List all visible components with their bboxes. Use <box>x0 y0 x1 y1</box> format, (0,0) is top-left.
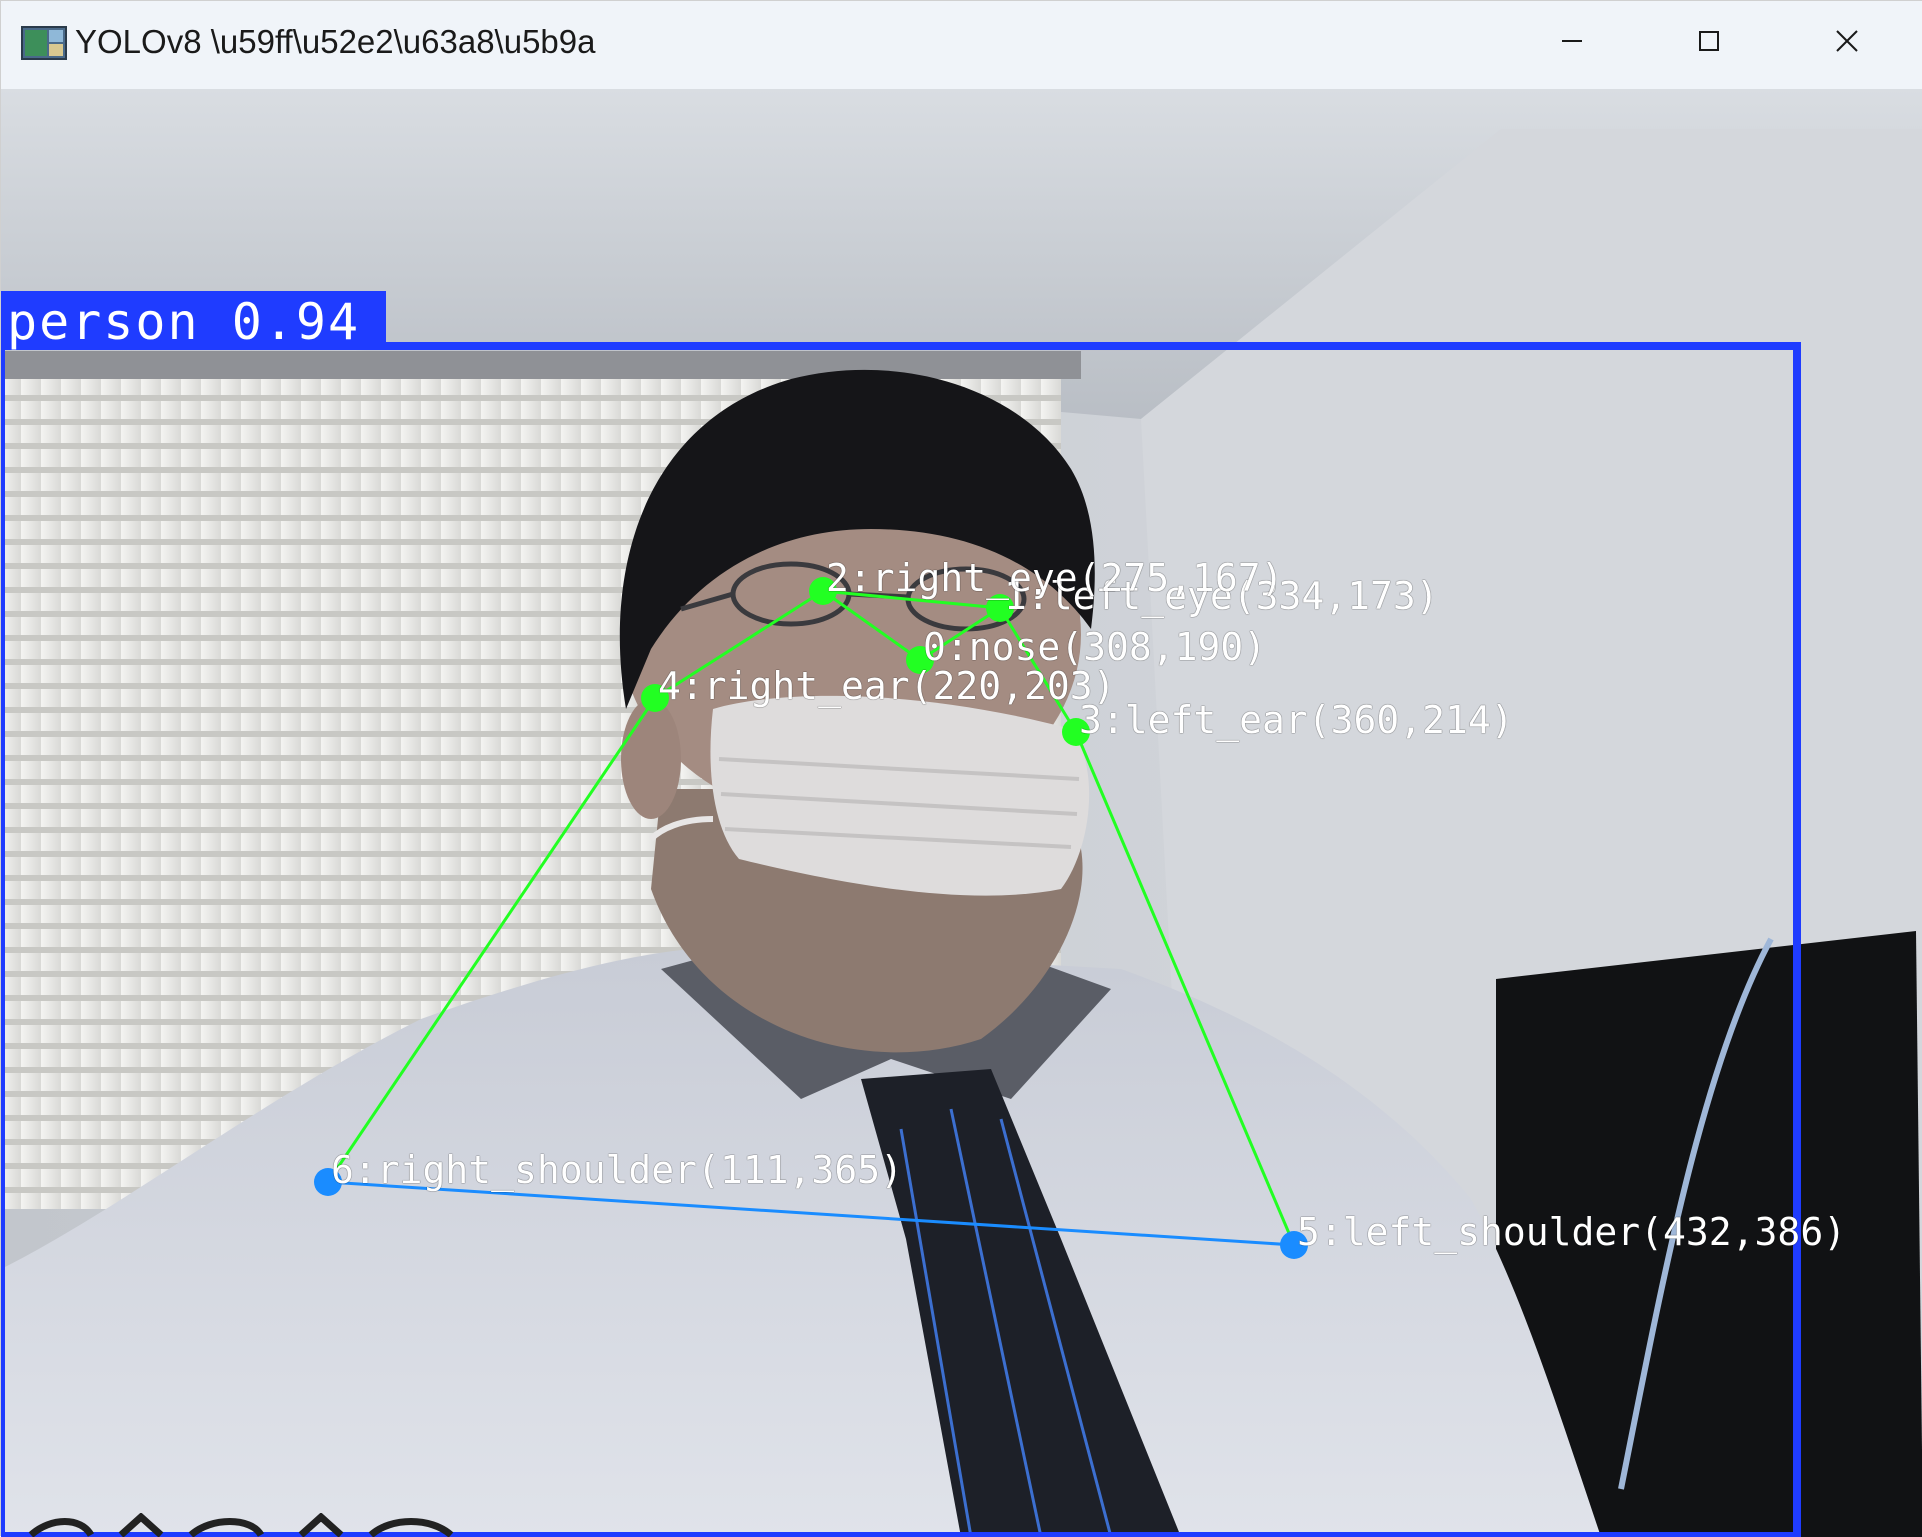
keypoint-label-left-shoulder: 5:left_shoulder(432,386) <box>1297 1210 1847 1254</box>
keypoint-label-right-ear: 4:right_ear(220,203) <box>658 664 1116 708</box>
detection-label: person 0.94 <box>1 291 386 351</box>
opencv-window-icon <box>21 26 67 60</box>
minimize-icon <box>1562 40 1582 42</box>
window-title: YOLOv8 \u59ff\u52e2\u63a8\u5b9a <box>75 23 596 60</box>
keypoint-label-nose: 0:nose(308,190) <box>923 625 1267 669</box>
keypoint-label-left-ear: 3:left_ear(360,214) <box>1079 698 1514 742</box>
detection-label-text: person 0.94 <box>7 293 361 351</box>
blinds-headrail <box>1 351 1081 379</box>
maximize-button[interactable] <box>1641 1 1777 81</box>
ear <box>621 699 681 819</box>
maximize-icon <box>1699 31 1719 51</box>
keypoint-label-right-eye: 2:right_eye(275,167) <box>826 556 1284 600</box>
video-frame: person 0.94 0:nose(308,190) 1:left_eye(3… <box>1 89 1922 1537</box>
app-window: YOLOv8 \u59ff\u52e2\u63a8\u5b9a person 0… <box>0 0 1922 1537</box>
minimize-button[interactable] <box>1504 1 1640 81</box>
title-bar[interactable]: YOLOv8 \u59ff\u52e2\u63a8\u5b9a <box>1 1 1922 89</box>
close-button[interactable] <box>1779 1 1915 81</box>
keypoint-label-right-shoulder: 6:right_shoulder(111,365) <box>331 1148 903 1192</box>
underlying-window-text-fragment <box>28 1513 454 1537</box>
close-icon <box>1836 30 1858 52</box>
